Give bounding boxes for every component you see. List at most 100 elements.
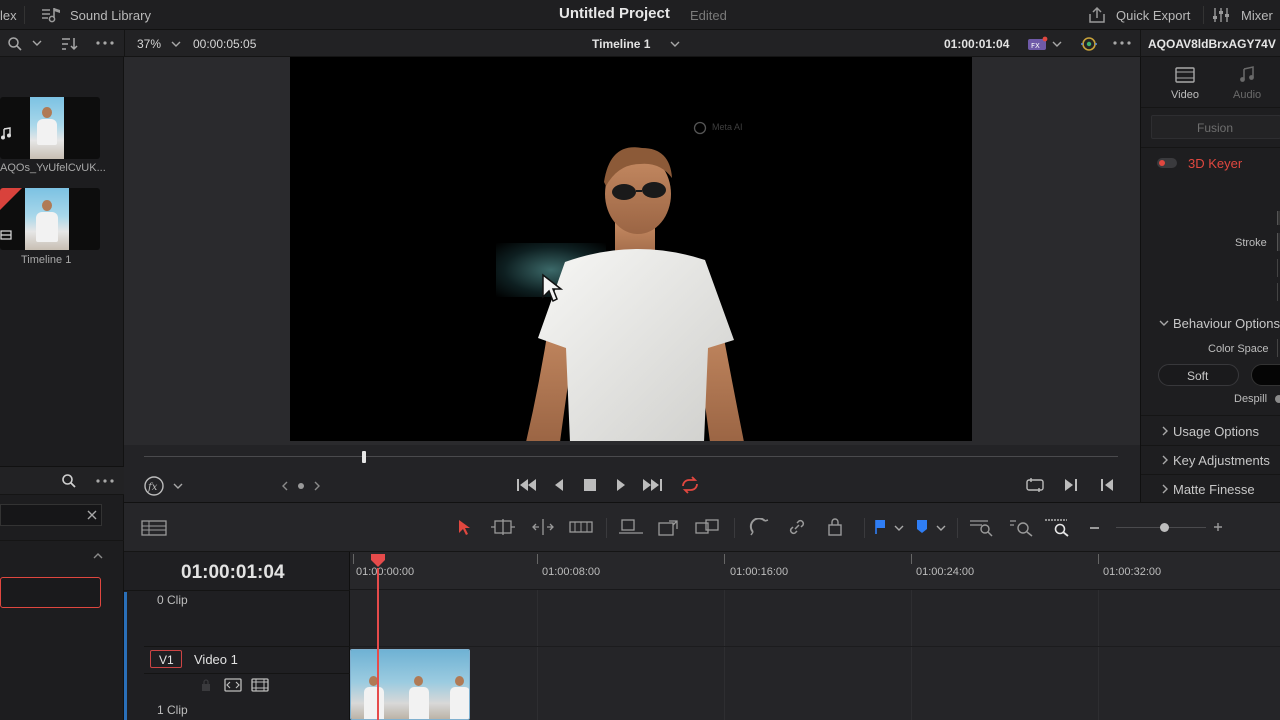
search-icon[interactable] bbox=[61, 473, 77, 489]
soft-button[interactable]: Soft bbox=[1158, 364, 1239, 386]
hard-button[interactable] bbox=[1251, 364, 1280, 386]
blade-tool-icon[interactable] bbox=[569, 519, 593, 535]
next-edit-icon[interactable] bbox=[1063, 477, 1079, 493]
mixer-button[interactable]: Mixer bbox=[1241, 8, 1273, 23]
timeline-toolbar bbox=[124, 502, 1280, 552]
replace-clip-icon[interactable] bbox=[694, 517, 722, 537]
trim-tool-icon[interactable] bbox=[489, 518, 517, 536]
quick-export-button[interactable]: Quick Export bbox=[1116, 8, 1190, 23]
media-thumbnail[interactable] bbox=[0, 188, 100, 250]
video-viewer[interactable]: Meta AI bbox=[290, 57, 972, 441]
zoom-in-icon[interactable] bbox=[1213, 522, 1223, 532]
key-adjustments-header[interactable]: Key Adjustments bbox=[1173, 453, 1270, 468]
video-clip[interactable] bbox=[350, 649, 470, 720]
position-lock-icon[interactable] bbox=[826, 517, 844, 537]
track-name[interactable]: Video 1 bbox=[194, 652, 238, 667]
tab-audio[interactable]: Audio bbox=[1233, 89, 1261, 101]
scrubber-handle[interactable] bbox=[362, 451, 366, 463]
chevron-down-icon[interactable] bbox=[936, 524, 946, 532]
behaviour-options-header[interactable]: Behaviour Options bbox=[1173, 316, 1280, 331]
more-options-icon[interactable] bbox=[1112, 38, 1132, 48]
chevron-down-icon[interactable] bbox=[32, 39, 42, 47]
chevron-down-icon[interactable] bbox=[1052, 40, 1062, 48]
effect-enable-toggle[interactable] bbox=[1157, 158, 1177, 168]
match-frame-icon[interactable] bbox=[1025, 477, 1045, 493]
chevron-down-icon[interactable] bbox=[173, 482, 183, 490]
jump-to-start-icon[interactable] bbox=[516, 477, 538, 493]
chevron-down-icon[interactable] bbox=[171, 40, 181, 48]
timeline-view-icon[interactable] bbox=[141, 519, 167, 537]
music-note-icon[interactable] bbox=[1238, 66, 1256, 84]
zoom-slider-handle[interactable] bbox=[1160, 523, 1169, 532]
zoom-level[interactable]: 37% bbox=[137, 37, 161, 51]
more-options-icon[interactable] bbox=[95, 38, 115, 48]
jog-control-icon[interactable] bbox=[281, 480, 321, 492]
playhead-handle[interactable] bbox=[370, 552, 386, 568]
mixer-icon[interactable] bbox=[1211, 6, 1231, 24]
timeline-ruler[interactable]: 01:00:00:00 01:00:08:00 01:00:16:00 01:0… bbox=[350, 552, 1280, 590]
snapping-icon[interactable] bbox=[749, 518, 769, 536]
overwrite-clip-icon[interactable] bbox=[657, 517, 681, 537]
chevron-right-icon[interactable] bbox=[1161, 455, 1169, 465]
matte-finesse-header[interactable]: Matte Finesse bbox=[1173, 482, 1255, 497]
timeline-name[interactable]: Timeline 1 bbox=[592, 37, 650, 51]
tab-video[interactable]: Video bbox=[1171, 89, 1199, 101]
chevron-down-icon[interactable] bbox=[670, 40, 680, 48]
jump-to-end-icon[interactable] bbox=[641, 477, 663, 493]
search-input[interactable] bbox=[0, 504, 102, 526]
sound-library-button[interactable]: Sound Library bbox=[70, 8, 151, 23]
insert-clip-icon[interactable] bbox=[618, 518, 644, 536]
ruler-tick bbox=[537, 554, 538, 564]
custom-zoom-icon[interactable] bbox=[1044, 517, 1070, 537]
previous-edit-icon[interactable] bbox=[1099, 477, 1115, 493]
lock-icon[interactable] bbox=[200, 678, 212, 692]
disable-video-track-icon[interactable] bbox=[251, 678, 269, 692]
grid-line bbox=[911, 590, 912, 720]
marker-icon[interactable] bbox=[916, 519, 928, 535]
timeline-timecode[interactable]: 01:00:01:04 bbox=[181, 562, 285, 584]
fusion-button[interactable]: Fusion bbox=[1151, 115, 1280, 139]
effects-panel bbox=[0, 466, 124, 720]
timeline-area[interactable]: 01:00:00:00 01:00:08:00 01:00:16:00 01:0… bbox=[350, 552, 1280, 720]
video-icon[interactable] bbox=[1174, 66, 1196, 84]
loop-icon[interactable] bbox=[679, 476, 701, 494]
play-reverse-icon[interactable] bbox=[552, 477, 566, 493]
effect-name[interactable]: 3D Keyer bbox=[1188, 156, 1242, 171]
scrubber-track[interactable] bbox=[144, 456, 1118, 457]
divider bbox=[1141, 147, 1280, 148]
search-icon[interactable] bbox=[7, 36, 23, 52]
link-icon[interactable] bbox=[787, 518, 807, 536]
chevron-down-icon[interactable] bbox=[894, 524, 904, 532]
zoom-to-fit-icon[interactable] bbox=[969, 517, 995, 537]
divider bbox=[24, 6, 25, 24]
quick-export-icon[interactable] bbox=[1087, 6, 1107, 24]
stroke-label: Stroke bbox=[1235, 237, 1267, 249]
auto-track-select-icon[interactable] bbox=[224, 678, 242, 692]
selected-effect-item[interactable] bbox=[0, 577, 101, 608]
fx-badge-icon[interactable]: FX bbox=[1027, 36, 1049, 52]
media-tab-partial[interactable]: lex bbox=[0, 8, 17, 23]
dynamic-trim-icon[interactable] bbox=[529, 518, 557, 536]
viewer-toolbar: 37% 00:00:05:05 Timeline 1 01:00:01:04 F… bbox=[0, 30, 1280, 57]
usage-options-header[interactable]: Usage Options bbox=[1173, 424, 1259, 439]
more-options-icon[interactable] bbox=[95, 476, 115, 486]
chevron-right-icon[interactable] bbox=[1161, 484, 1169, 494]
play-icon[interactable] bbox=[614, 477, 628, 493]
sort-icon[interactable] bbox=[60, 36, 78, 52]
zoom-out-icon[interactable] bbox=[1090, 527, 1099, 529]
chevron-up-icon[interactable] bbox=[93, 552, 103, 560]
chevron-right-icon[interactable] bbox=[1161, 426, 1169, 436]
chevron-down-icon[interactable] bbox=[1159, 319, 1169, 327]
stop-icon[interactable] bbox=[583, 478, 597, 492]
despill-toggle[interactable] bbox=[1275, 395, 1280, 403]
sound-library-icon[interactable] bbox=[40, 6, 62, 24]
media-thumbnail[interactable] bbox=[0, 97, 100, 159]
flag-icon[interactable] bbox=[874, 519, 886, 535]
selection-tool-icon[interactable] bbox=[457, 518, 471, 536]
divider bbox=[1140, 30, 1141, 57]
zoom-detail-icon[interactable] bbox=[1009, 517, 1035, 537]
clear-icon[interactable] bbox=[87, 510, 97, 520]
track-id-badge[interactable]: V1 bbox=[150, 650, 182, 668]
fx-icon[interactable]: fx bbox=[143, 475, 165, 497]
color-wheel-icon[interactable] bbox=[1080, 35, 1098, 53]
